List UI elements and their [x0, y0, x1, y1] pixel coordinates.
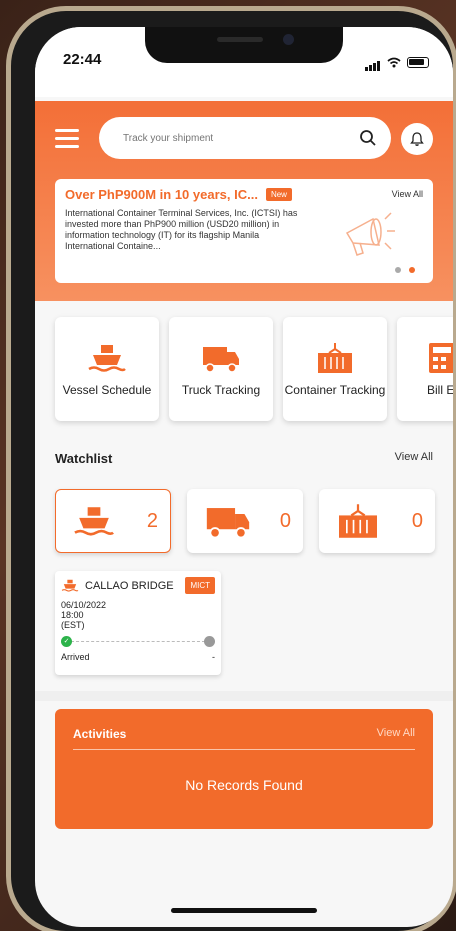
- vessel-status: Arrived: [61, 652, 90, 662]
- banner-pagination[interactable]: [395, 267, 415, 273]
- truck-count: 0: [279, 509, 291, 532]
- container-tracking-button[interactable]: Container Tracking: [283, 317, 387, 421]
- banner-title: Over PhP900M in 10 years, IC...: [65, 187, 258, 202]
- megaphone-icon: [345, 212, 395, 256]
- system-icons: [365, 53, 429, 71]
- search-icon[interactable]: [359, 129, 377, 147]
- activities-divider: [73, 749, 415, 750]
- vessel-watch-card[interactable]: CALLAO BRIDGE MICT 06/10/2022 18:00 (EST…: [55, 571, 221, 675]
- container-icon: [318, 343, 352, 373]
- ship-icon: [88, 345, 126, 372]
- activities-panel: Activities View All No Records Found: [55, 709, 433, 829]
- banner-view-all-link[interactable]: View All: [392, 189, 423, 199]
- search-input[interactable]: [123, 132, 359, 144]
- calculator-icon: [429, 343, 453, 373]
- services-row: Vessel Schedule Truck Tracking Container…: [55, 317, 453, 421]
- vessel-timezone: (EST): [61, 620, 85, 630]
- watchlist-view-all-link[interactable]: View All: [395, 451, 433, 463]
- activities-view-all-link[interactable]: View All: [377, 727, 415, 739]
- header: Over PhP900M in 10 years, IC... New View…: [35, 101, 453, 301]
- ship-icon: [74, 507, 114, 536]
- pending-dot-icon: [204, 636, 215, 647]
- phone-frame: 22:44 Over PhP900M in 10 years, IC... Ne…: [6, 6, 456, 931]
- wifi-icon: [387, 57, 401, 67]
- truck-tracking-button[interactable]: Truck Tracking: [169, 317, 273, 421]
- terminal-badge: MICT: [185, 577, 215, 594]
- watchlist-container-tab[interactable]: 0: [319, 489, 435, 553]
- watchlist-vessel-tab[interactable]: 2: [55, 489, 171, 553]
- vessel-count: 2: [146, 509, 158, 532]
- banner-body: International Container Terminal Service…: [65, 208, 298, 251]
- notification-bell-icon[interactable]: [401, 123, 433, 155]
- notch: [145, 27, 343, 63]
- service-label: Vessel Schedule: [62, 383, 152, 397]
- banner-title-row: Over PhP900M in 10 years, IC... New: [65, 187, 423, 202]
- activities-title: Activities: [73, 727, 127, 741]
- container-icon: [339, 504, 377, 538]
- service-label: Truck Tracking: [181, 383, 261, 397]
- watchlist-filters: 2 0 0: [55, 489, 435, 553]
- vessel-progress: ✓: [61, 636, 215, 648]
- activities-empty-text: No Records Found: [185, 777, 303, 793]
- signal-icon: [365, 53, 381, 71]
- service-label: Bill Esti: [427, 383, 453, 397]
- home-indicator[interactable]: [171, 908, 317, 913]
- container-count: 0: [411, 509, 423, 532]
- status-time: 22:44: [63, 51, 102, 68]
- vessel-card-footer: Arrived -: [61, 652, 215, 662]
- watchlist-truck-tab[interactable]: 0: [187, 489, 303, 553]
- truck-icon: [203, 347, 239, 373]
- vessel-end-value: -: [212, 652, 215, 662]
- bill-estimate-button[interactable]: Bill Esti: [397, 317, 453, 421]
- watchlist-title: Watchlist: [55, 451, 113, 466]
- search-bar[interactable]: [99, 117, 391, 159]
- check-icon: ✓: [61, 636, 72, 647]
- news-banner[interactable]: Over PhP900M in 10 years, IC... New View…: [55, 179, 433, 283]
- battery-icon: [407, 56, 429, 68]
- vessel-schedule-info: 06/10/2022 18:00 (EST): [61, 600, 215, 630]
- vessel-card-header: CALLAO BRIDGE MICT: [61, 577, 215, 594]
- truck-icon: [206, 508, 250, 539]
- vessel-schedule-button[interactable]: Vessel Schedule: [55, 317, 159, 421]
- new-badge: New: [265, 188, 292, 201]
- menu-icon[interactable]: [55, 129, 79, 149]
- ship-icon: [61, 579, 79, 592]
- service-label: Container Tracking: [284, 383, 386, 397]
- vessel-date: 06/10/2022: [61, 600, 107, 610]
- section-divider: [35, 691, 453, 701]
- vessel-time: 18:00: [61, 610, 84, 620]
- app-screen: 22:44 Over PhP900M in 10 years, IC... Ne…: [35, 27, 453, 927]
- vessel-name: CALLAO BRIDGE: [85, 579, 174, 592]
